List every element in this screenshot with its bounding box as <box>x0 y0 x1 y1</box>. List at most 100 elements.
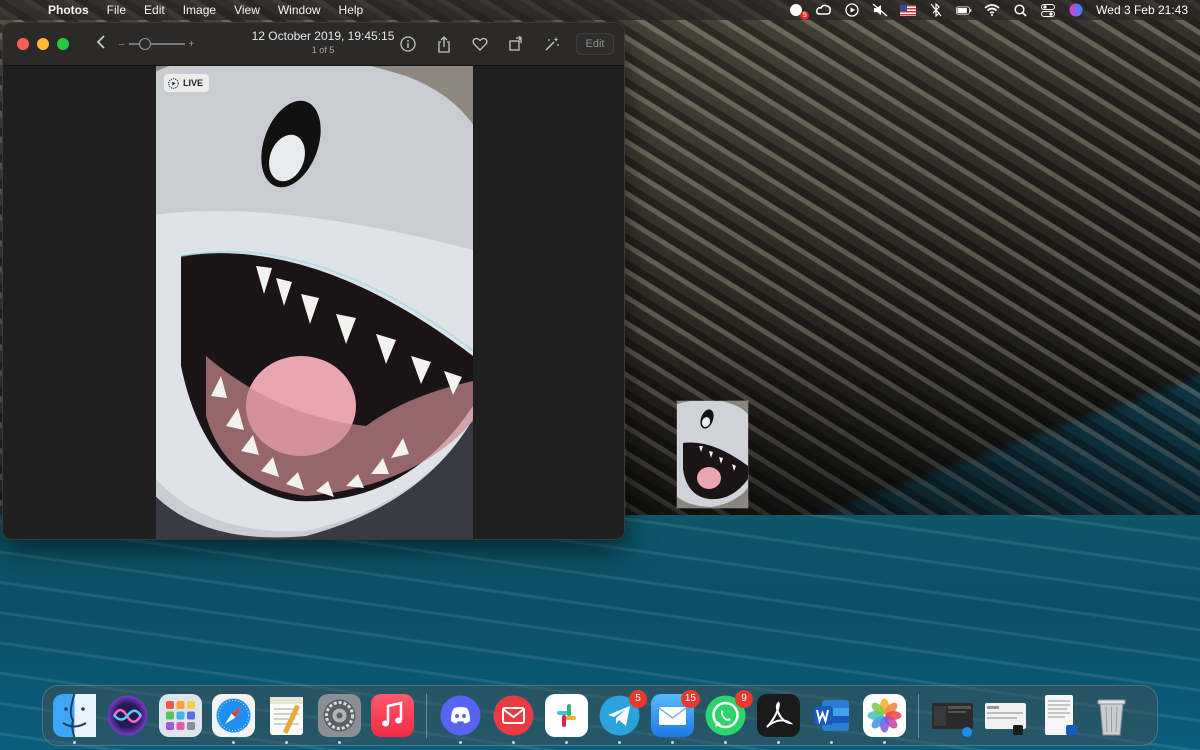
running-indicator <box>232 741 235 744</box>
menu-file[interactable]: File <box>98 3 135 17</box>
gear-icon <box>318 694 361 737</box>
menubar-clock[interactable]: Wed 3 Feb 21:43 <box>1096 3 1188 17</box>
running-indicator <box>512 741 515 744</box>
running-indicator <box>338 741 341 744</box>
toolbar-actions: Edit <box>396 32 614 56</box>
notification-status-icon[interactable]: 5 <box>788 3 810 20</box>
app-menu-photos[interactable]: Photos <box>46 3 98 17</box>
menu-help[interactable]: Help <box>330 3 373 17</box>
battery-icon[interactable] <box>956 3 972 17</box>
word-icon <box>814 700 849 731</box>
bluetooth-off-icon[interactable] <box>928 3 944 17</box>
auto-enhance-wand-icon[interactable] <box>540 32 564 56</box>
dock-acrobat[interactable] <box>757 694 800 744</box>
whatsapp-badge: 9 <box>735 690 753 708</box>
finder-icon <box>53 694 96 737</box>
back-chevron-icon[interactable] <box>93 34 109 54</box>
dock-trash[interactable] <box>1090 694 1133 737</box>
running-indicator <box>459 741 462 744</box>
rotate-icon[interactable] <box>504 32 528 56</box>
minimize-window-button[interactable] <box>37 38 49 50</box>
envelope-icon <box>493 695 534 736</box>
photos-flower-icon <box>863 694 906 737</box>
running-indicator <box>565 741 568 744</box>
live-photo-badge[interactable]: LIVE <box>164 74 210 92</box>
live-photo-icon <box>168 77 179 89</box>
dock-word[interactable] <box>810 694 853 744</box>
dock-minimized-window-1[interactable] <box>931 694 974 737</box>
acrobat-icon <box>757 694 800 737</box>
zoom-slider[interactable]: – + <box>119 38 195 50</box>
music-note-icon <box>371 694 414 737</box>
textedit-icon <box>270 697 303 735</box>
dock-textedit[interactable] <box>265 694 308 744</box>
dock-airmail[interactable] <box>492 694 535 744</box>
favorite-heart-icon[interactable] <box>468 32 492 56</box>
menu-bar: Photos File Edit Image View Window Help … <box>0 0 1200 20</box>
dock-minimized-window-2[interactable] <box>984 694 1027 737</box>
running-indicator <box>830 741 833 744</box>
running-indicator <box>285 741 288 744</box>
dock-minimized-window-3[interactable] <box>1037 694 1080 737</box>
menu-image[interactable]: Image <box>174 3 225 17</box>
running-indicator <box>777 741 780 744</box>
photos-window: – + 12 October 2019, 19:45:15 1 of 5 Edi… <box>2 22 625 540</box>
notification-badge: 5 <box>800 11 810 20</box>
dock-separator <box>918 693 919 738</box>
dock-separator <box>426 693 427 738</box>
mail-badge: 15 <box>680 690 700 708</box>
photo-viewer: LIVE <box>3 66 624 539</box>
siri-menubar-icon[interactable] <box>1068 3 1084 17</box>
dock-mail[interactable]: 15 <box>651 690 700 744</box>
dock: 5 15 9 <box>42 685 1158 746</box>
menu-edit[interactable]: Edit <box>135 3 174 17</box>
discord-icon <box>440 695 481 736</box>
close-window-button[interactable] <box>17 38 29 50</box>
launchpad-icon <box>159 694 202 737</box>
dock-whatsapp[interactable]: 9 <box>704 690 753 744</box>
media-play-icon[interactable] <box>844 3 860 17</box>
shark-animoji-photo[interactable]: LIVE <box>156 66 473 539</box>
zoom-slider-knob[interactable] <box>138 38 151 50</box>
dock-slack[interactable] <box>545 694 588 744</box>
dock-finder[interactable] <box>53 694 96 744</box>
minimized-window-thumbnail <box>1045 695 1077 735</box>
dock-photos[interactable] <box>863 694 906 744</box>
dock-system-preferences[interactable] <box>318 694 361 744</box>
telegram-badge: 5 <box>629 690 647 708</box>
dock-siri[interactable] <box>106 694 149 737</box>
siri-icon <box>107 695 148 736</box>
safari-compass-icon <box>212 694 255 737</box>
dock-music[interactable] <box>371 694 414 737</box>
us-flag-input-icon[interactable] <box>900 3 917 17</box>
minimized-window-thumbnail <box>932 703 973 737</box>
window-toolbar: – + 12 October 2019, 19:45:15 1 of 5 Edi… <box>3 23 624 66</box>
running-indicator <box>724 741 727 744</box>
fullscreen-window-button[interactable] <box>57 38 69 50</box>
dock-safari[interactable] <box>212 694 255 744</box>
menu-window[interactable]: Window <box>269 3 330 17</box>
zoom-out-label[interactable]: – <box>119 39 125 50</box>
live-label: LIVE <box>183 78 204 88</box>
dock-telegram[interactable]: 5 <box>598 690 647 744</box>
dock-launchpad[interactable] <box>159 694 202 737</box>
control-center-icon[interactable] <box>1040 3 1056 17</box>
traffic-lights <box>17 38 69 50</box>
dock-discord[interactable] <box>439 694 482 744</box>
menu-view[interactable]: View <box>225 3 269 17</box>
running-indicator <box>883 741 886 744</box>
wifi-icon[interactable] <box>984 3 1000 17</box>
share-icon[interactable] <box>432 32 456 56</box>
spotlight-search-icon[interactable] <box>1012 3 1028 17</box>
running-indicator <box>618 741 621 744</box>
zoom-slider-track[interactable] <box>128 38 185 50</box>
creative-cloud-icon[interactable] <box>816 3 832 17</box>
slack-icon <box>545 694 588 737</box>
desktop-image-file[interactable] <box>677 401 748 508</box>
edit-button[interactable]: Edit <box>576 33 614 55</box>
zoom-in-label[interactable]: + <box>189 39 195 50</box>
trash-icon <box>1097 699 1126 736</box>
info-icon[interactable] <box>396 32 420 56</box>
mute-icon[interactable] <box>872 3 888 17</box>
running-indicator <box>671 741 674 744</box>
